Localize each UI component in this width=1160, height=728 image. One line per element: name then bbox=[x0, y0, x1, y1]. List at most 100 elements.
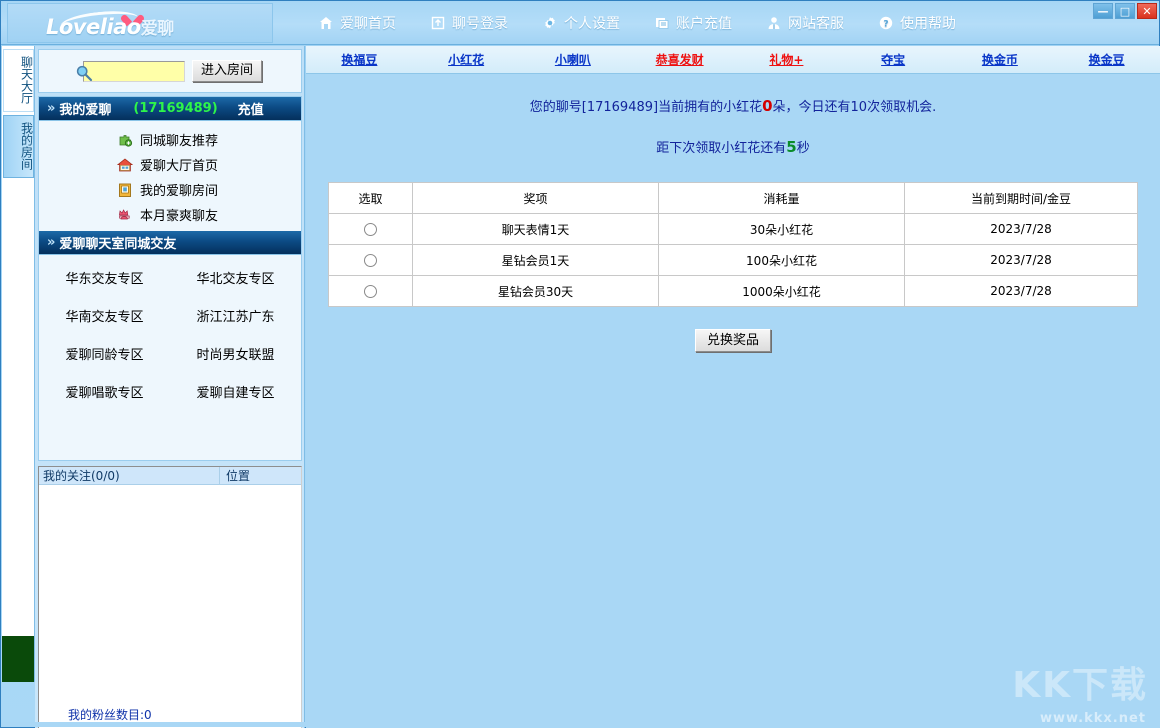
quick-link-xiaohonghua[interactable]: 小红花 bbox=[413, 51, 520, 68]
menu-label-friend-recommend: 同城聊友推荐 bbox=[140, 130, 218, 149]
quick-link-jindou[interactable]: 换金豆 bbox=[1053, 51, 1160, 68]
menu-label-hall-home: 爱聊大厅首页 bbox=[140, 155, 218, 174]
vtabs-footer-block bbox=[2, 636, 34, 682]
region-cell-huabei[interactable]: 华北交友专区 bbox=[170, 263, 301, 292]
radio-button-row-3[interactable] bbox=[364, 285, 377, 298]
close-button[interactable]: ✕ bbox=[1137, 3, 1157, 19]
region-cell-fashion[interactable]: 时尚男女联盟 bbox=[170, 339, 301, 368]
radio-button-row-2[interactable] bbox=[364, 254, 377, 267]
recharge-link[interactable]: 充值 bbox=[238, 99, 264, 118]
quick-link-xiaolaba[interactable]: 小喇叭 bbox=[520, 51, 627, 68]
enter-room-button[interactable]: 进入房间 bbox=[192, 60, 262, 82]
notice-suffix: 朵，今日还有10次领取机会. bbox=[773, 100, 937, 115]
cell-select bbox=[329, 214, 413, 245]
topnav-label-recharge: 账户充值 bbox=[676, 13, 732, 33]
left-panel: 进入房间 » 我的爱聊 (17169489) 充值 同城聊友推荐 bbox=[35, 46, 305, 728]
book-icon bbox=[117, 182, 133, 198]
topnav-item-support[interactable]: 网站客服 bbox=[749, 13, 861, 33]
menu-item-hall-home[interactable]: 爱聊大厅首页 bbox=[39, 152, 301, 177]
application-window: Loveliao爱聊 爱聊首页 聊号登录 个人设置 bbox=[0, 0, 1160, 728]
maximize-button[interactable]: □ bbox=[1115, 3, 1135, 19]
quick-link-jinbi[interactable]: 换金币 bbox=[947, 51, 1054, 68]
minimize-button[interactable]: — bbox=[1093, 3, 1113, 19]
topnav-item-settings[interactable]: 个人设置 bbox=[525, 13, 637, 33]
region-cell-huanan[interactable]: 华南交友专区 bbox=[39, 301, 170, 330]
topnav-label-help: 使用帮助 bbox=[900, 13, 956, 33]
countdown-suffix: 秒 bbox=[797, 141, 810, 156]
topnav-item-recharge[interactable]: 账户充值 bbox=[637, 13, 749, 33]
status-strip bbox=[1, 722, 1159, 727]
svg-text:?: ? bbox=[883, 20, 888, 30]
watermark-logo: KK下载 bbox=[1012, 656, 1148, 708]
column-header-expiry: 当前到期时间/金豆 bbox=[905, 183, 1138, 214]
help-icon: ? bbox=[878, 15, 894, 31]
table-row: 聊天表情1天 30朵小红花 2023/7/28 bbox=[329, 214, 1138, 245]
chevron-right-icon-2: » bbox=[47, 235, 53, 250]
topnav-item-login[interactable]: 聊号登录 bbox=[413, 13, 525, 33]
quick-link-duobao[interactable]: 夺宝 bbox=[840, 51, 947, 68]
follow-list-panel: 我的关注(0/0) 位置 bbox=[38, 466, 302, 728]
radio-button-row-1[interactable] bbox=[364, 223, 377, 236]
brand-name-cn: 爱聊 bbox=[141, 19, 174, 39]
cell-award-cost: 1000朵小红花 bbox=[659, 276, 905, 307]
menu-item-top-users[interactable]: 本月豪爽聊友 bbox=[39, 202, 301, 227]
region-cell-singing[interactable]: 爱聊唱歌专区 bbox=[39, 377, 170, 406]
cell-award-cost: 100朵小红花 bbox=[659, 245, 905, 276]
logo-container: Loveliao爱聊 bbox=[7, 3, 273, 43]
follow-list-header: 我的关注(0/0) 位置 bbox=[39, 467, 301, 485]
cell-award-name: 星钻会员1天 bbox=[413, 245, 659, 276]
topnav-label-settings: 个人设置 bbox=[564, 13, 620, 33]
login-icon bbox=[430, 15, 446, 31]
section-header-chatrooms[interactable]: » 爱聊聊天室同城交友 bbox=[39, 231, 301, 255]
house-icon bbox=[117, 157, 133, 173]
topnav-label-home: 爱聊首页 bbox=[340, 13, 396, 33]
quick-link-fudou[interactable]: 换福豆 bbox=[306, 51, 413, 68]
user-icon bbox=[766, 15, 782, 31]
menu-item-friend-recommend[interactable]: 同城聊友推荐 bbox=[39, 127, 301, 152]
gear-icon bbox=[542, 15, 558, 31]
cell-award-expiry: 2023/7/28 bbox=[905, 245, 1138, 276]
quick-link-gift[interactable]: 礼物+ bbox=[733, 51, 840, 68]
column-header-select: 选取 bbox=[329, 183, 413, 214]
table-row: 星钻会员1天 100朵小红花 2023/7/28 bbox=[329, 245, 1138, 276]
add-friend-icon bbox=[117, 132, 133, 148]
cell-award-expiry: 2023/7/28 bbox=[905, 276, 1138, 307]
cell-award-expiry: 2023/7/28 bbox=[905, 214, 1138, 245]
search-icon bbox=[75, 64, 93, 82]
window-controls: — □ ✕ bbox=[1093, 3, 1157, 19]
top-navigation: 爱聊首页 聊号登录 个人设置 账户充值 bbox=[301, 1, 973, 45]
region-cell-same-age[interactable]: 爱聊同龄专区 bbox=[39, 339, 170, 368]
cell-award-cost: 30朵小红花 bbox=[659, 214, 905, 245]
table-header-row: 选取 奖项 消耗量 当前到期时间/金豆 bbox=[329, 183, 1138, 214]
cell-select bbox=[329, 276, 413, 307]
menu-item-my-room[interactable]: 我的爱聊房间 bbox=[39, 177, 301, 202]
brand-logo: Loveliao爱聊 bbox=[46, 14, 174, 39]
title-bar: Loveliao爱聊 爱聊首页 聊号登录 个人设置 bbox=[1, 1, 1159, 45]
section-header-my-account[interactable]: » 我的爱聊 (17169489) 充值 bbox=[39, 97, 301, 121]
navigation-block: » 我的爱聊 (17169489) 充值 同城聊友推荐 爱聊大厅首页 bbox=[38, 96, 302, 461]
countdown-seconds: 5 bbox=[786, 138, 796, 156]
region-cell-huadong[interactable]: 华东交友专区 bbox=[39, 263, 170, 292]
topnav-item-help[interactable]: ? 使用帮助 bbox=[861, 13, 973, 33]
cell-award-name: 星钻会员30天 bbox=[413, 276, 659, 307]
quick-link-gongxifacai[interactable]: 恭喜发财 bbox=[626, 51, 733, 68]
redeem-button[interactable]: 兑换奖品 bbox=[695, 329, 771, 352]
region-cell-self-built[interactable]: 爱聊自建专区 bbox=[170, 377, 301, 406]
region-cell-zhejiang[interactable]: 浙江江苏广东 bbox=[170, 301, 301, 330]
column-header-cost: 消耗量 bbox=[659, 183, 905, 214]
topnav-label-support: 网站客服 bbox=[788, 13, 844, 33]
crown-user-icon bbox=[117, 207, 133, 223]
topnav-label-login: 聊号登录 bbox=[452, 13, 508, 33]
vtab-my-room[interactable]: 我的房间 bbox=[3, 115, 34, 178]
menu-label-top-users: 本月豪爽聊友 bbox=[140, 205, 218, 224]
home-icon bbox=[318, 15, 334, 31]
table-row: 星钻会员30天 1000朵小红花 2023/7/28 bbox=[329, 276, 1138, 307]
cell-award-name: 聊天表情1天 bbox=[413, 214, 659, 245]
notice-flower-count: 0 bbox=[762, 97, 772, 115]
main-content: 换福豆 小红花 小喇叭 恭喜发财 礼物+ 夺宝 换金币 换金豆 您的聊号[171… bbox=[306, 46, 1160, 728]
topnav-item-home[interactable]: 爱聊首页 bbox=[301, 13, 413, 33]
vtab-chat-hall[interactable]: 聊天大厅 bbox=[3, 49, 34, 112]
menu-label-my-room: 我的爱聊房间 bbox=[140, 180, 218, 199]
section-title-chatrooms: 爱聊聊天室同城交友 bbox=[59, 233, 176, 252]
search-input[interactable] bbox=[83, 61, 185, 82]
